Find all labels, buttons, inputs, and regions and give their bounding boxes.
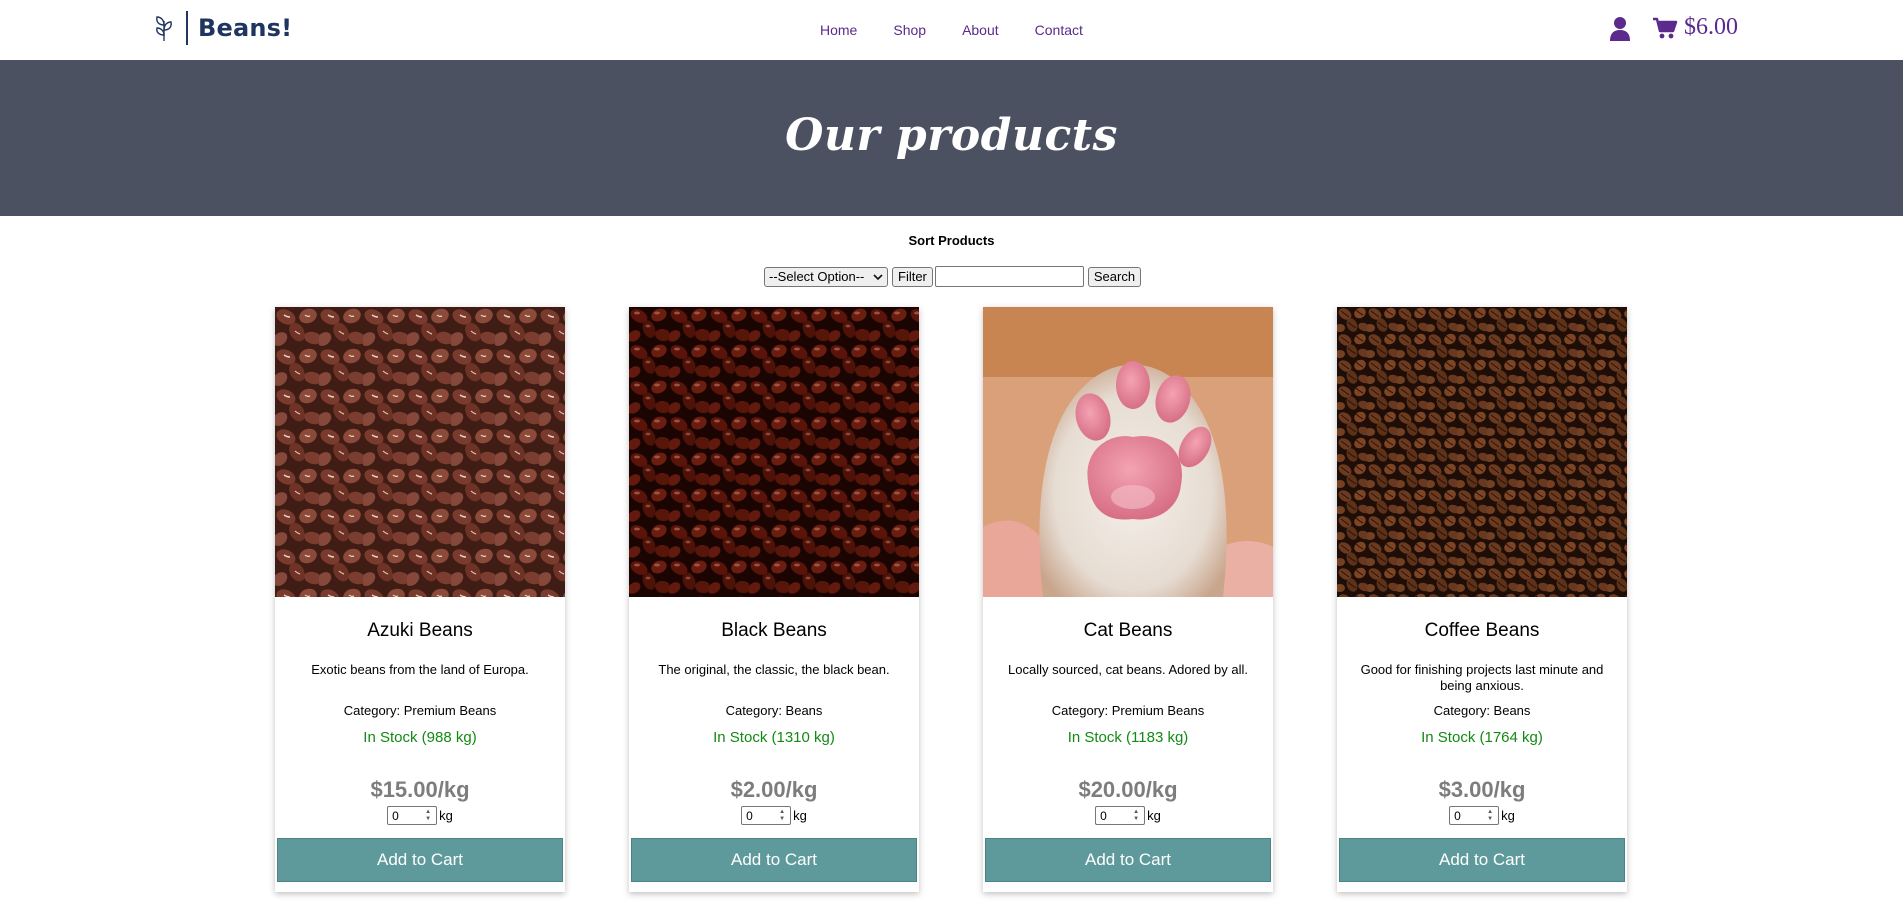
quantity-value: 0 <box>1454 808 1461 823</box>
add-to-cart-button[interactable]: Add to Cart <box>1339 838 1625 882</box>
quantity-unit: kg <box>1501 808 1515 823</box>
product-card: Cat Beans Locally sourced, cat beans. Ad… <box>983 307 1273 892</box>
add-to-cart-button[interactable]: Add to Cart <box>277 838 563 882</box>
quantity-value: 0 <box>1100 808 1107 823</box>
sort-select-value: --Select Option-- <box>769 269 865 284</box>
top-navigation-bar: Beans! Home Shop About Contact $6.00 <box>0 0 1903 60</box>
product-description: Exotic beans from the land of Europa. <box>311 662 529 677</box>
product-name: Cat Beans <box>1083 620 1173 641</box>
quantity-stepper[interactable]: 0 ▲ ▼ <box>1095 806 1146 825</box>
quantity-row: 0 ▲ ▼ kg <box>275 806 565 825</box>
product-card: Black Beans The original, the classic, t… <box>629 307 919 892</box>
spinner-arrows-icon[interactable]: ▲ ▼ <box>1131 809 1141 823</box>
nav-link-about[interactable]: About <box>962 22 999 38</box>
sort-heading: Sort Products <box>908 233 995 248</box>
product-card: Coffee Beans Good for finishing projects… <box>1337 307 1627 892</box>
product-price: $2.00/kg <box>730 777 818 802</box>
search-input[interactable] <box>934 266 1084 287</box>
search-button[interactable]: Search <box>1087 266 1142 287</box>
nav-link-contact[interactable]: Contact <box>1035 22 1083 38</box>
brand-logo[interactable]: Beans! <box>150 10 292 46</box>
quantity-unit: kg <box>793 808 807 823</box>
product-category: Category: Beans <box>725 703 823 718</box>
cat-paw-photo[interactable] <box>983 307 1273 597</box>
sort-controls: --Select Option-- Filter Search <box>764 266 1142 287</box>
azuki-beans-photo[interactable] <box>275 307 565 597</box>
nav-link-home[interactable]: Home <box>820 22 857 38</box>
quantity-unit: kg <box>1147 808 1161 823</box>
product-description: Good for finishing projects last minute … <box>1360 662 1604 693</box>
cart-total: $6.00 <box>1684 14 1738 40</box>
product-description: The original, the classic, the black bea… <box>658 662 890 677</box>
logo-divider <box>186 11 188 45</box>
product-stock: In Stock (1183 kg) <box>1067 729 1189 746</box>
product-price: $15.00/kg <box>370 777 470 802</box>
add-to-cart-button[interactable]: Add to Cart <box>985 838 1271 882</box>
quantity-stepper[interactable]: 0 ▲ ▼ <box>387 806 438 825</box>
product-name: Black Beans <box>721 620 827 641</box>
shopping-cart-icon <box>1652 16 1678 40</box>
page-title: Our products <box>785 110 1118 161</box>
quantity-row: 0 ▲ ▼ kg <box>983 806 1273 825</box>
hero-banner: Our products <box>0 60 1903 216</box>
product-category: Category: Premium Beans <box>343 703 497 718</box>
quantity-stepper[interactable]: 0 ▲ ▼ <box>741 806 792 825</box>
coffee-beans-photo[interactable] <box>1337 307 1627 597</box>
sort-select[interactable]: --Select Option-- <box>764 266 888 287</box>
quantity-row: 0 ▲ ▼ kg <box>1337 806 1627 825</box>
product-price: $3.00/kg <box>1438 777 1526 802</box>
chevron-down-icon <box>873 269 883 284</box>
product-name: Azuki Beans <box>367 620 473 641</box>
product-description: Locally sourced, cat beans. Adored by al… <box>1008 662 1248 677</box>
quantity-unit: kg <box>439 808 453 823</box>
product-stock: In Stock (1310 kg) <box>713 729 835 746</box>
main-nav: Home Shop About Contact <box>820 22 1083 38</box>
brand-name: Beans! <box>198 14 293 42</box>
product-name: Coffee Beans <box>1424 620 1540 641</box>
black-beans-photo[interactable] <box>629 307 919 597</box>
filter-button[interactable]: Filter <box>892 266 933 287</box>
quantity-stepper[interactable]: 0 ▲ ▼ <box>1449 806 1500 825</box>
product-category: Category: Beans <box>1433 703 1531 718</box>
user-icon[interactable] <box>1609 16 1631 42</box>
product-stock: In Stock (988 kg) <box>363 729 477 746</box>
cart-summary[interactable]: $6.00 <box>1652 14 1738 41</box>
nav-link-shop[interactable]: Shop <box>893 22 926 38</box>
product-card: Azuki Beans Exotic beans from the land o… <box>275 307 565 892</box>
spinner-arrows-icon[interactable]: ▲ ▼ <box>777 809 787 823</box>
quantity-value: 0 <box>746 808 753 823</box>
product-price: $20.00/kg <box>1078 777 1178 802</box>
spinner-arrows-icon[interactable]: ▲ ▼ <box>1485 809 1495 823</box>
product-category: Category: Premium Beans <box>1051 703 1205 718</box>
quantity-value: 0 <box>392 808 399 823</box>
quantity-row: 0 ▲ ▼ kg <box>629 806 919 825</box>
product-stock: In Stock (1764 kg) <box>1421 729 1543 746</box>
bean-sprout-logo-icon <box>150 13 178 43</box>
add-to-cart-button[interactable]: Add to Cart <box>631 838 917 882</box>
spinner-arrows-icon[interactable]: ▲ ▼ <box>423 809 433 823</box>
